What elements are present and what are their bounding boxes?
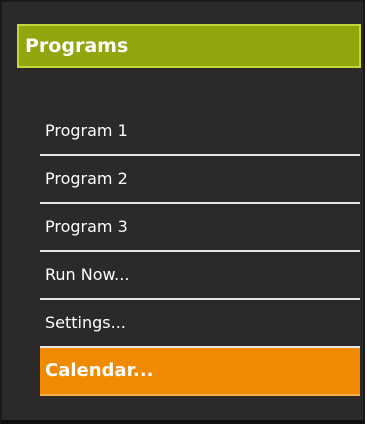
menu-item-settings[interactable]: Settings... (40, 300, 360, 348)
menu-item-run-now[interactable]: Run Now... (40, 252, 360, 300)
menu-item-program-2[interactable]: Program 2 (40, 156, 360, 204)
programs-panel: Programs Program 1 Program 2 Program 3 R… (0, 0, 365, 424)
programs-menu: Program 1 Program 2 Program 3 Run Now...… (40, 108, 360, 396)
panel-title: Programs (17, 24, 361, 68)
menu-item-calendar[interactable]: Calendar... (40, 348, 360, 396)
menu-item-program-1[interactable]: Program 1 (40, 108, 360, 156)
menu-item-program-3[interactable]: Program 3 (40, 204, 360, 252)
